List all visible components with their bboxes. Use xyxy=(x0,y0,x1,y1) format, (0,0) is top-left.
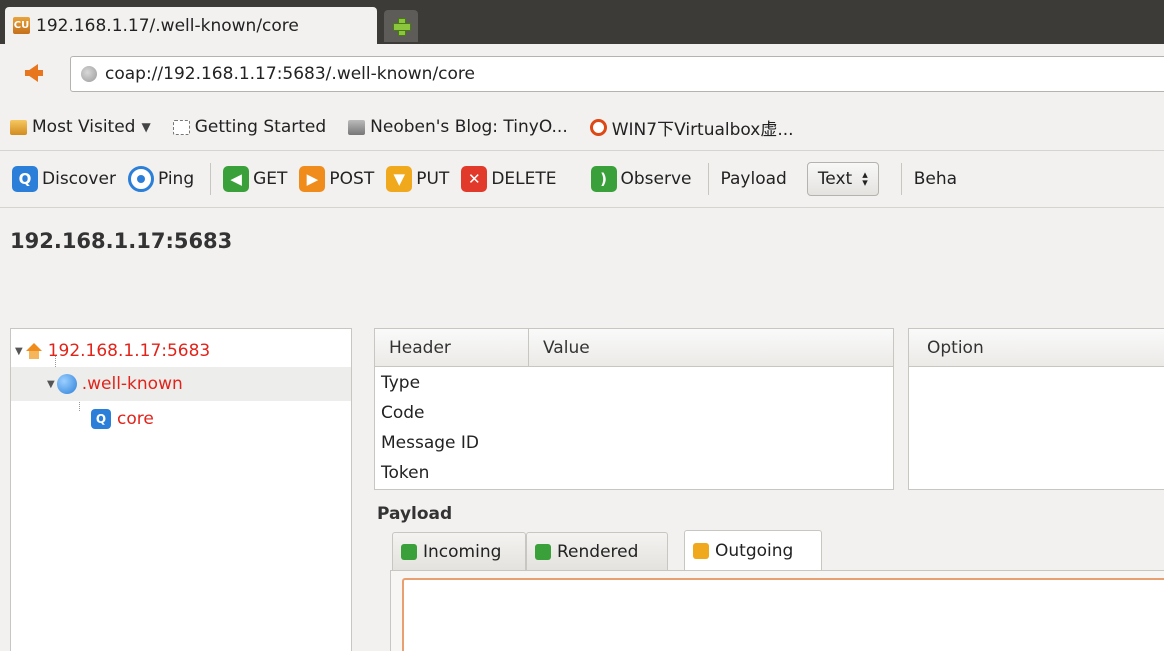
table-row: Code xyxy=(381,403,425,423)
tab-outgoing[interactable]: Outgoing xyxy=(684,530,822,570)
behavior-label: Beha xyxy=(913,169,958,189)
tab-rendered[interactable]: Rendered xyxy=(526,532,668,570)
payload-heading: Payload xyxy=(377,504,453,524)
put-label: PUT xyxy=(416,169,450,189)
outgoing-icon xyxy=(693,542,709,559)
get-button[interactable]: ◀ GET xyxy=(223,166,287,192)
tab-title: 192.168.1.17/.well-known/core xyxy=(36,15,299,36)
tree-item-label: .well-known xyxy=(81,374,183,394)
incoming-icon xyxy=(401,543,417,560)
ping-label: Ping xyxy=(157,169,195,189)
column-header-header[interactable]: Header xyxy=(375,329,529,367)
ping-button[interactable]: Ping xyxy=(127,166,195,192)
updown-arrows-icon: ▴ ▾ xyxy=(862,168,868,189)
get-label: GET xyxy=(253,169,288,189)
header-table: Header Value Type Code Message ID Token xyxy=(374,328,894,490)
back-arrow-icon xyxy=(24,64,43,82)
bookmark-most-visited[interactable]: Most Visited ▼ xyxy=(10,117,151,137)
tab-label: Outgoing xyxy=(715,540,794,561)
rss-icon: ) xyxy=(590,166,617,192)
page-icon xyxy=(172,119,190,135)
bookmark-label: Most Visited xyxy=(32,117,136,137)
rendered-icon xyxy=(535,543,551,560)
home-icon xyxy=(25,343,43,359)
table-row: Message ID xyxy=(381,433,480,453)
tree-item-label: 192.168.1.17:5683 xyxy=(47,341,211,361)
tree-item-label: core xyxy=(117,409,154,429)
bookmark-neoben-blog[interactable]: Neoben's Blog: TinyO... xyxy=(348,117,568,137)
coap-toolbar: Q Discover Ping ◀ GET ▶ POST ▼ PUT ✕ DEL… xyxy=(0,150,1164,208)
site-identity-icon xyxy=(81,66,97,82)
column-header-value[interactable]: Value xyxy=(529,329,893,367)
arrow-right-icon: ▶ xyxy=(299,166,326,192)
search-icon: Q xyxy=(91,409,111,429)
globe-icon xyxy=(56,374,77,394)
tree-item-core[interactable]: Q core xyxy=(11,402,351,436)
tab-incoming[interactable]: Incoming xyxy=(392,532,526,570)
resource-tree: ▼ 192.168.1.17:5683 ▼ .well-known Q core xyxy=(10,328,352,651)
browser-tab[interactable]: CU 192.168.1.17/.well-known/core xyxy=(5,7,377,44)
discover-label: Discover xyxy=(42,169,116,189)
bookmarks-bar: Most Visited ▼ Getting Started Neoben's … xyxy=(0,104,1164,150)
chevron-down-icon: ▼ xyxy=(141,120,151,134)
url-bar[interactable]: coap://192.168.1.17:5683/.well-known/cor… xyxy=(70,56,1164,92)
tab-label: Incoming xyxy=(423,541,502,562)
twisty-icon: ▼ xyxy=(47,378,55,390)
ubuntu-icon xyxy=(589,118,607,136)
table-row: Type xyxy=(381,373,421,393)
person-icon xyxy=(348,119,366,135)
option-table: Option xyxy=(908,328,1164,490)
bookmark-virtualbox[interactable]: WIN7下Virtualbox虚... xyxy=(589,115,794,140)
close-icon: ✕ xyxy=(461,166,488,192)
bookmark-getting-started[interactable]: Getting Started xyxy=(172,117,327,137)
discover-button[interactable]: Q Discover xyxy=(12,166,116,192)
put-button[interactable]: ▼ PUT xyxy=(386,166,449,192)
navigation-bar: coap://192.168.1.17:5683/.well-known/cor… xyxy=(0,44,1164,104)
observe-label: Observe xyxy=(620,169,692,189)
arrow-left-icon: ◀ xyxy=(223,166,250,192)
back-button[interactable] xyxy=(12,55,50,91)
post-button[interactable]: ▶ POST xyxy=(299,166,374,192)
bookmark-label: Neoben's Blog: TinyO... xyxy=(370,117,568,137)
folder-icon xyxy=(10,119,27,135)
arrow-down-icon: ▼ xyxy=(386,166,413,192)
column-header-option[interactable]: Option xyxy=(909,329,1164,367)
tree-item-well-known[interactable]: ▼ .well-known xyxy=(11,367,351,401)
delete-button[interactable]: ✕ DELETE xyxy=(461,166,557,192)
payload-format-value: Text xyxy=(817,169,853,189)
bookmark-label: WIN7下Virtualbox虚... xyxy=(611,119,794,140)
page-title: 192.168.1.17:5683 xyxy=(10,229,233,253)
payload-format-label: Payload xyxy=(720,169,787,189)
toolbar-separator xyxy=(210,163,212,195)
tree-item-root[interactable]: ▼ 192.168.1.17:5683 xyxy=(11,334,351,368)
post-label: POST xyxy=(329,169,375,189)
toolbar-separator xyxy=(900,163,902,195)
tab-bar: CU 192.168.1.17/.well-known/core xyxy=(0,0,1164,44)
plus-icon xyxy=(393,18,411,36)
observe-button[interactable]: ) Observe xyxy=(590,166,692,192)
ping-icon xyxy=(127,166,154,192)
toolbar-separator xyxy=(707,163,709,195)
tab-label: Rendered xyxy=(557,541,639,562)
copper-favicon-icon: CU xyxy=(13,17,30,34)
url-text: coap://192.168.1.17:5683/.well-known/cor… xyxy=(105,64,476,84)
new-tab-button[interactable] xyxy=(384,10,418,42)
payload-format-select[interactable]: Text ▴ ▾ xyxy=(806,162,879,196)
bookmark-label: Getting Started xyxy=(194,117,327,137)
outgoing-payload-textarea[interactable] xyxy=(402,578,1164,651)
delete-label: DELETE xyxy=(491,169,557,189)
twisty-icon: ▼ xyxy=(15,345,23,357)
search-icon: Q xyxy=(12,166,38,192)
table-row: Token xyxy=(381,463,430,483)
